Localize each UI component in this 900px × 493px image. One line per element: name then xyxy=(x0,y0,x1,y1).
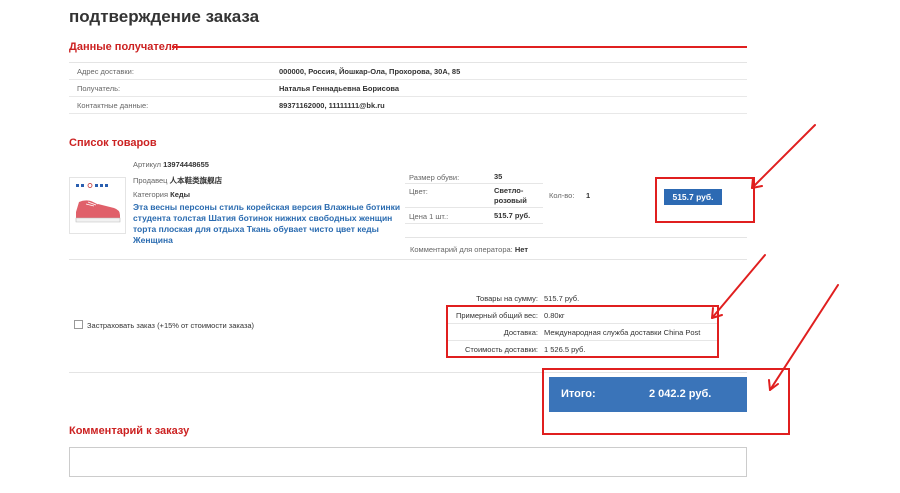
article-value: 13974448655 xyxy=(163,160,209,169)
unit-price-value: 515.7 руб. xyxy=(494,211,531,220)
product-thumbnail[interactable] xyxy=(69,177,126,234)
attr-row-price: Цена 1 шт.: 515.7 руб. xyxy=(405,208,543,224)
recipient-row-address: Адрес доставки: 000000, Россия, Йошкар-О… xyxy=(69,63,747,80)
insurance-label[interactable]: Застраховать заказ (+15% от стоимости за… xyxy=(87,321,254,330)
order-comment-title: Комментарий к заказу xyxy=(69,425,190,437)
annotation-box-delivery xyxy=(446,305,719,358)
recipient-value: Наталья Геннадьевна Борисова xyxy=(279,84,400,93)
order-comment-field[interactable] xyxy=(69,447,747,477)
color-label: Цвет: xyxy=(409,187,428,196)
section-divider xyxy=(172,46,747,48)
address-value: 000000, Россия, Йошкар-Ола, Прохорова, 3… xyxy=(279,67,461,76)
size-value: 35 xyxy=(494,172,503,181)
size-label: Размер обуви: xyxy=(409,173,460,182)
qty-label: Кол-во: xyxy=(549,191,575,200)
category-value: Кеды xyxy=(170,190,191,199)
qty-value: 1 xyxy=(586,191,591,200)
operator-comment-line: Комментарий для оператора: Нет xyxy=(410,245,528,254)
seller-value: 人本鞋类旗舰店 xyxy=(169,176,223,185)
annotation-box-grand-total xyxy=(542,368,790,435)
unit-price-label: Цена 1 шт.: xyxy=(409,212,449,221)
shoe-image-icon xyxy=(75,183,121,223)
color-value: Светло-розовый xyxy=(494,186,527,205)
contacts-value: 89371162000, 11111111@bk.ru xyxy=(279,101,385,110)
seller-line: Продавец 人本鞋类旗舰店 xyxy=(133,175,222,186)
goods-bottom-border xyxy=(69,259,747,260)
article-line: Артикул 13974448655 xyxy=(133,160,209,169)
comment-top-border xyxy=(405,237,747,238)
category-line: Категория Кеды xyxy=(133,190,190,199)
address-label: Адрес доставки: xyxy=(77,67,134,76)
operator-comment-label: Комментарий для оператора: xyxy=(410,245,513,254)
goods-sum-value: 515.7 руб. xyxy=(544,294,580,303)
operator-comment-value: Нет xyxy=(514,245,529,254)
recipient-row-contacts: Контактные данные: 89371162000, 11111111… xyxy=(69,97,747,114)
goods-section-title: Список товаров xyxy=(69,137,157,149)
page-title: подтверждение заказа xyxy=(69,7,260,26)
article-label: Артикул xyxy=(133,160,161,169)
arrow-to-delivery xyxy=(711,254,766,319)
attr-row-color: Цвет: Светло-розовый xyxy=(405,184,543,208)
attr-row-size: Размер обуви: 35 xyxy=(405,170,543,184)
insurance-checkbox[interactable] xyxy=(74,320,83,329)
recipient-label: Получатель: xyxy=(77,84,121,93)
annotation-box-line-total xyxy=(655,177,755,223)
product-title-link[interactable]: Эта весны персоны стиль корейская версия… xyxy=(133,202,403,246)
contacts-label: Контактные данные: xyxy=(77,101,149,110)
arrow-to-line-total xyxy=(751,124,816,189)
goods-sum-label: Товары на сумму: xyxy=(476,294,538,303)
recipient-row-name: Получатель: Наталья Геннадьевна Борисова xyxy=(69,80,747,97)
category-label: Категория xyxy=(133,190,169,199)
seller-label: Продавец xyxy=(133,176,168,185)
recipient-section-title: Данные получателя xyxy=(69,41,179,53)
